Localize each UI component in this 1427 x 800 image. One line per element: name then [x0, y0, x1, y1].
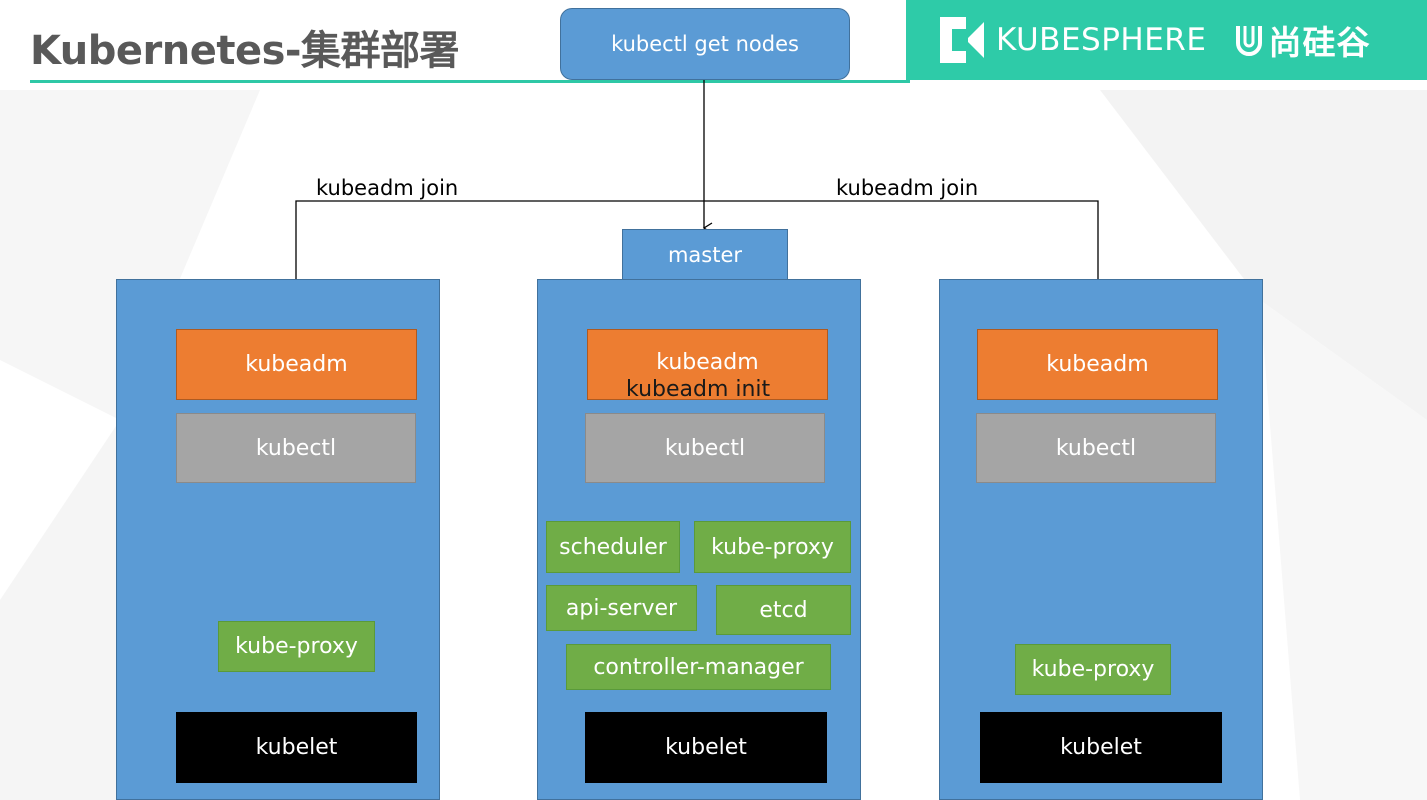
left-kubelet-box: kubelet	[176, 712, 417, 783]
etcd-box: etcd	[716, 585, 851, 635]
right-kube-proxy-box: kube-proxy	[1015, 644, 1171, 695]
kubeadm-init-label: kubeadm init	[626, 377, 771, 402]
left-kubeadm-box: kubeadm	[176, 329, 417, 400]
left-kube-proxy-box: kube-proxy	[218, 621, 375, 672]
master-kubectl-box: kubectl	[585, 413, 825, 483]
scheduler-box: scheduler	[546, 521, 680, 573]
right-join-label: kubeadm join	[836, 176, 979, 200]
master-tab: master	[622, 229, 788, 281]
left-kubectl-box: kubectl	[176, 413, 416, 483]
api-server-box: api-server	[546, 585, 697, 631]
kubectl-get-nodes-box: kubectl get nodes	[560, 8, 850, 80]
right-kubeadm-box: kubeadm	[977, 329, 1218, 400]
master-kube-proxy-box: kube-proxy	[694, 521, 851, 573]
controller-manager-box: controller-manager	[566, 644, 831, 690]
right-kubectl-box: kubectl	[976, 413, 1216, 483]
left-join-label: kubeadm join	[316, 176, 459, 200]
master-kubelet-box: kubelet	[585, 712, 827, 783]
right-kubelet-box: kubelet	[980, 712, 1222, 783]
